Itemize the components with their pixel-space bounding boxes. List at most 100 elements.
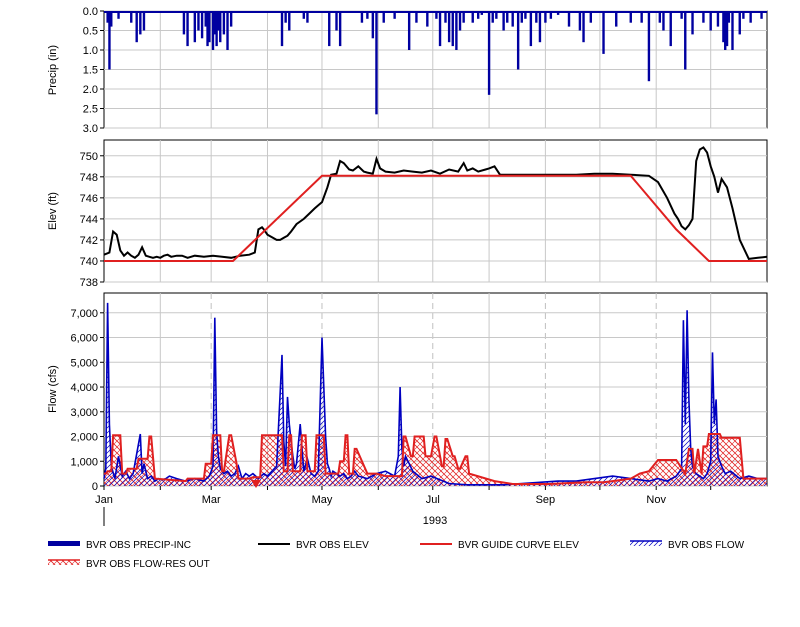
- legend-label: BVR OBS FLOW-RES OUT: [86, 559, 210, 570]
- x-tick-label: May: [312, 494, 333, 506]
- precip-y-ticks: 0.0 0.5 1.0 1.5 2.0 2.5 3.0: [83, 6, 104, 135]
- precip-bar: [462, 11, 465, 23]
- precip-bar: [749, 11, 752, 23]
- precip-bar: [640, 11, 643, 23]
- y-tick-label: 6,000: [70, 333, 98, 345]
- year-label: 1993: [423, 515, 447, 527]
- precip-bar: [709, 11, 712, 31]
- precip-bar: [375, 11, 378, 115]
- precip-bar: [520, 11, 523, 23]
- precip-bar: [451, 11, 454, 47]
- precip-bar: [731, 11, 734, 50]
- precip-bar: [516, 11, 520, 70]
- y-tick-label: 5,000: [70, 357, 98, 369]
- precip-bar: [444, 11, 447, 23]
- precip-bar: [578, 11, 582, 31]
- precip-bar: [647, 11, 651, 82]
- precip-bar: [426, 11, 429, 27]
- precip-bar: [328, 11, 331, 47]
- precip-bar: [511, 11, 514, 27]
- precip-bar: [371, 11, 375, 39]
- precip-bar: [544, 11, 547, 23]
- precip-bar: [142, 11, 146, 31]
- precip-bar: [582, 11, 585, 43]
- precip-bar: [658, 11, 662, 23]
- precip-bar: [226, 11, 229, 50]
- precip-bar: [549, 11, 553, 19]
- precip-panel: 0.0 0.5 1.0 1.5 2.0 2.5 3.0 Precip (in): [47, 6, 768, 135]
- precip-bar: [407, 11, 411, 50]
- y-tick-label: 2.0: [83, 84, 98, 96]
- precip-bar: [742, 11, 745, 19]
- x-tick-label: Jul: [426, 494, 440, 506]
- precip-bar: [556, 11, 560, 15]
- precip-bar: [615, 11, 618, 27]
- y-tick-label: 748: [80, 172, 98, 184]
- legend-label: BVR OBS ELEV: [296, 540, 369, 551]
- y-tick-label: 1,000: [70, 456, 98, 468]
- legend-label: BVR OBS FLOW: [668, 540, 745, 551]
- legend-item: BVR OBS PRECIP-INC: [48, 540, 191, 551]
- precip-bar: [200, 11, 204, 39]
- legend-label: BVR GUIDE CURVE ELEV: [458, 540, 579, 551]
- precip-bar: [135, 11, 138, 43]
- x-tick-label: Jan: [95, 494, 113, 506]
- x-axis: Jan Mar May Jul Sep Nov: [95, 486, 712, 506]
- x-tick-label: Sep: [536, 494, 556, 506]
- y-tick-label: 2.5: [83, 104, 98, 116]
- precip-bar: [447, 11, 451, 43]
- y-tick-label: 3.0: [83, 123, 98, 135]
- precip-bar: [716, 11, 720, 27]
- legend: BVR OBS PRECIP-INC BVR OBS ELEV BVR GUIDE …: [48, 540, 745, 570]
- precip-bar: [506, 11, 509, 23]
- precip-bar: [760, 11, 763, 19]
- precip-bar: [602, 11, 605, 54]
- precip-bar: [335, 11, 338, 31]
- precip-bar: [629, 11, 632, 23]
- precip-bar: [306, 11, 309, 23]
- y-tick-label: 4,000: [70, 382, 98, 394]
- y-tick-label: 0: [92, 481, 98, 493]
- precip-bar: [302, 11, 306, 19]
- precip-bar: [280, 11, 284, 47]
- precip-bar: [182, 11, 186, 35]
- precip-bar: [680, 11, 683, 19]
- precip-bar: [702, 11, 705, 23]
- y-tick-label: 750: [80, 151, 98, 163]
- precip-bar: [727, 11, 731, 23]
- y-tick-label: 738: [80, 277, 98, 289]
- precip-bar: [684, 11, 687, 70]
- precip-bar: [691, 11, 694, 35]
- hydrograph-chart: 0.0 0.5 1.0 1.5 2.0 2.5 3.0 Precip (in) 738 740…: [47, 6, 768, 570]
- precip-bar: [538, 11, 542, 43]
- y-tick-label: 746: [80, 193, 98, 205]
- precip-bar: [338, 11, 342, 47]
- precip-bar: [738, 11, 741, 35]
- precip-bar: [471, 11, 474, 23]
- elevation-y-ticks: 738 740 742 744 746 748 750: [80, 151, 104, 289]
- y-tick-label: 2,000: [70, 432, 98, 444]
- y-tick-label: 0.0: [83, 6, 98, 18]
- y-tick-label: 3,000: [70, 407, 98, 419]
- precip-bar: [382, 11, 385, 23]
- y-tick-label: 7,000: [70, 308, 98, 320]
- precip-bar: [502, 11, 505, 31]
- precip-bar: [360, 11, 364, 23]
- x-tick-label: Nov: [646, 494, 666, 506]
- precip-bar: [438, 11, 442, 47]
- precip-bar: [491, 11, 494, 23]
- precip-bar: [193, 11, 197, 43]
- y-tick-label: 0.5: [83, 26, 98, 38]
- y-tick-label: 1.0: [83, 45, 98, 57]
- precip-bar: [130, 11, 133, 23]
- precip-bar: [669, 11, 672, 47]
- x-tick-label: Mar: [202, 494, 221, 506]
- precip-bar: [208, 11, 211, 43]
- precip-bar: [110, 11, 113, 27]
- precip-bar: [476, 11, 480, 19]
- precip-bar: [415, 11, 418, 23]
- precip-bar: [589, 11, 593, 23]
- precip-bar: [495, 11, 498, 19]
- legend-item: BVR OBS FLOW: [630, 540, 745, 551]
- precip-bar: [455, 11, 458, 50]
